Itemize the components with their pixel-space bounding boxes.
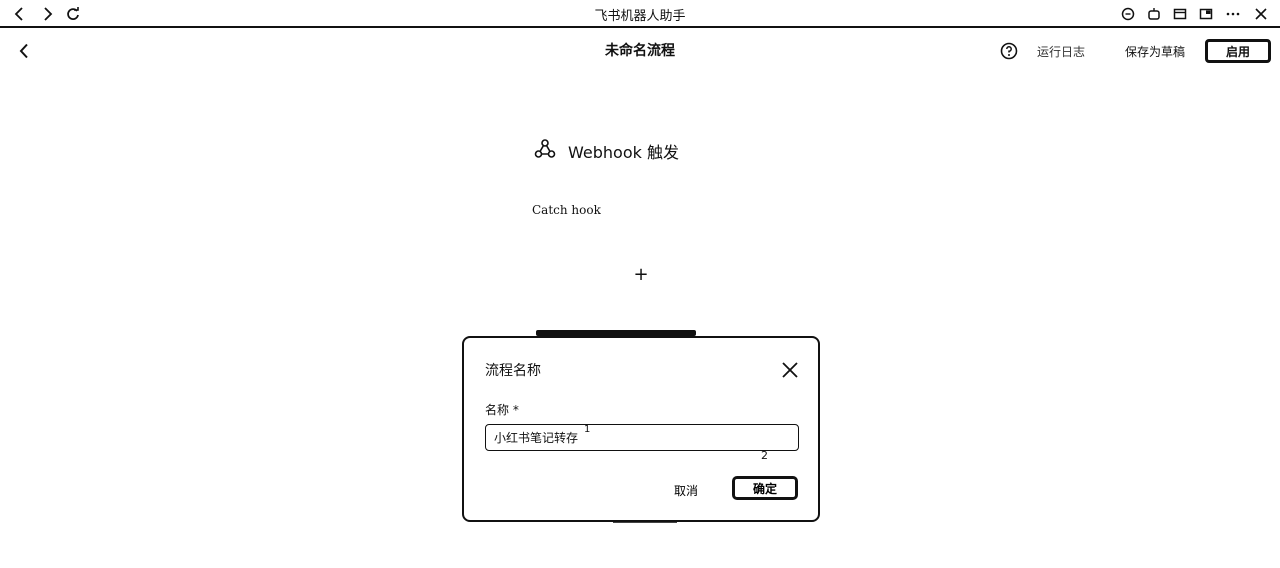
pip-icon[interactable]: [1196, 4, 1216, 24]
run-log-link[interactable]: 运行日志: [1037, 43, 1085, 60]
cancel-button[interactable]: 取消: [674, 482, 698, 499]
browser-bar: 飞书机器人助手: [0, 0, 1280, 28]
flow-title: 未命名流程: [605, 43, 675, 59]
save-draft-button[interactable]: 保存为草稿: [1125, 43, 1185, 60]
webhook-icon: [534, 138, 556, 164]
catch-hook-label: Catch hook: [532, 203, 601, 217]
window-icon[interactable]: [1170, 4, 1190, 24]
webhook-trigger-node[interactable]: Webhook 触发: [534, 138, 679, 164]
robot-icon[interactable]: [1144, 4, 1164, 24]
name-label-text: 名称: [485, 403, 510, 417]
annotation-1: 1: [584, 424, 591, 435]
chat-icon[interactable]: [1118, 4, 1138, 24]
name-label: 名称 *: [485, 401, 519, 418]
trigger-label: Webhook 触发: [568, 143, 679, 162]
browser-title: 飞书机器人助手: [594, 9, 686, 24]
flow-name-input[interactable]: [485, 424, 799, 451]
enable-button[interactable]: 启用: [1205, 39, 1271, 63]
confirm-button[interactable]: 确定: [732, 476, 798, 500]
required-mark: *: [512, 403, 519, 417]
annotation-2: 2: [761, 449, 768, 462]
help-icon[interactable]: [1000, 42, 1018, 60]
more-icon[interactable]: [1223, 4, 1243, 24]
flow-name-dialog: 流程名称 名称 * 1 2 取消 确定: [462, 336, 820, 522]
add-step-button[interactable]: +: [631, 264, 651, 288]
dialog-title: 流程名称: [485, 363, 541, 379]
app-header: 未命名流程 运行日志 保存为草稿 启用: [0, 30, 1280, 74]
close-icon[interactable]: [1251, 4, 1271, 24]
dialog-close-icon[interactable]: [780, 360, 800, 380]
